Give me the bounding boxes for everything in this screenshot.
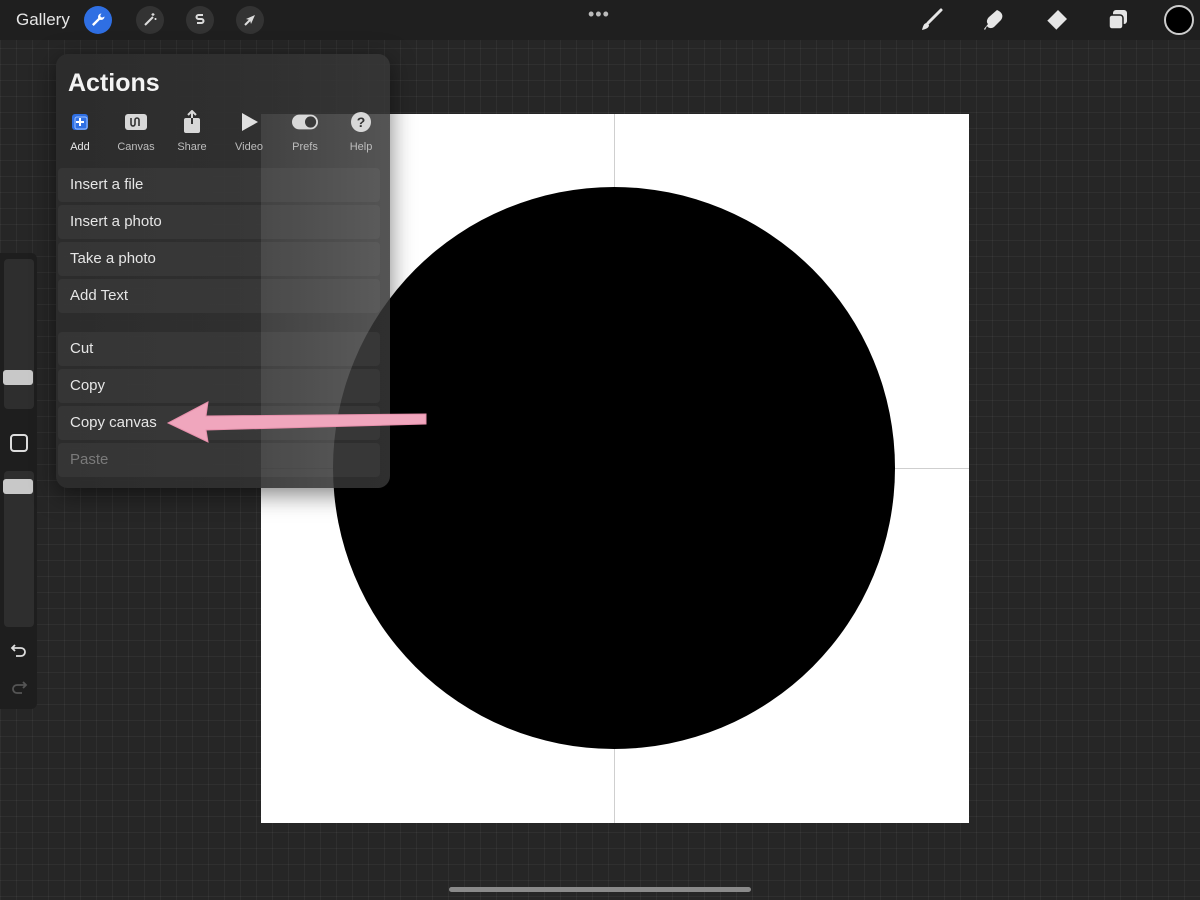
- tab-video[interactable]: Video: [221, 110, 277, 153]
- tab-share[interactable]: Share: [164, 110, 220, 153]
- help-icon: ?: [348, 110, 374, 134]
- wrench-icon[interactable]: [84, 6, 112, 34]
- tab-label: Canvas: [117, 141, 155, 153]
- tab-prefs[interactable]: Prefs: [277, 110, 333, 153]
- undo-icon[interactable]: [8, 639, 30, 661]
- top-toolbar: Gallery •••: [0, 0, 1200, 40]
- opacity-slider[interactable]: [4, 471, 34, 627]
- actions-tabs: Add Canvas Share Video Prefs ? Help: [56, 110, 390, 154]
- tab-label: Video: [235, 141, 263, 153]
- layers-icon[interactable]: [1104, 6, 1132, 34]
- tab-add[interactable]: Add: [52, 110, 108, 153]
- cut-item[interactable]: Cut: [58, 332, 380, 366]
- annotation-arrow: [166, 401, 427, 443]
- transform-arrow-icon[interactable]: [236, 6, 264, 34]
- video-play-icon: [236, 110, 262, 134]
- selection-s-icon[interactable]: [186, 6, 214, 34]
- brush-icon[interactable]: [918, 6, 946, 34]
- home-indicator: [449, 887, 751, 892]
- tab-label: Prefs: [292, 141, 318, 153]
- panel-title: Actions: [68, 69, 160, 97]
- add-icon: [67, 110, 93, 134]
- share-icon: [179, 110, 205, 134]
- redo-icon[interactable]: [8, 676, 30, 698]
- modify-button[interactable]: [10, 434, 28, 452]
- tab-label: Add: [70, 141, 90, 153]
- svg-text:?: ?: [357, 114, 366, 130]
- color-picker-button[interactable]: [1164, 5, 1194, 35]
- tab-label: Help: [349, 141, 373, 153]
- smudge-icon[interactable]: [980, 6, 1008, 34]
- gallery-button[interactable]: Gallery: [16, 10, 70, 30]
- menu-dots-icon[interactable]: •••: [588, 4, 610, 25]
- take-photo-item[interactable]: Take a photo: [58, 242, 380, 276]
- canvas-icon: [123, 110, 149, 134]
- toggle-icon: [292, 110, 318, 134]
- brush-size-thumb[interactable]: [3, 370, 33, 385]
- tab-help[interactable]: ? Help: [333, 110, 389, 153]
- eraser-icon[interactable]: [1042, 6, 1070, 34]
- tab-canvas[interactable]: Canvas: [108, 110, 164, 153]
- magic-wand-icon[interactable]: [136, 6, 164, 34]
- paste-item: Paste: [58, 443, 380, 477]
- tab-label: Share: [177, 141, 207, 153]
- sidebar: [0, 253, 37, 709]
- insert-photo-item[interactable]: Insert a photo: [58, 205, 380, 239]
- add-text-item[interactable]: Add Text: [58, 279, 380, 313]
- opacity-thumb[interactable]: [3, 479, 33, 494]
- insert-file-item[interactable]: Insert a file: [58, 168, 380, 202]
- brush-size-slider[interactable]: [4, 259, 34, 409]
- black-circle-shape: [333, 187, 895, 749]
